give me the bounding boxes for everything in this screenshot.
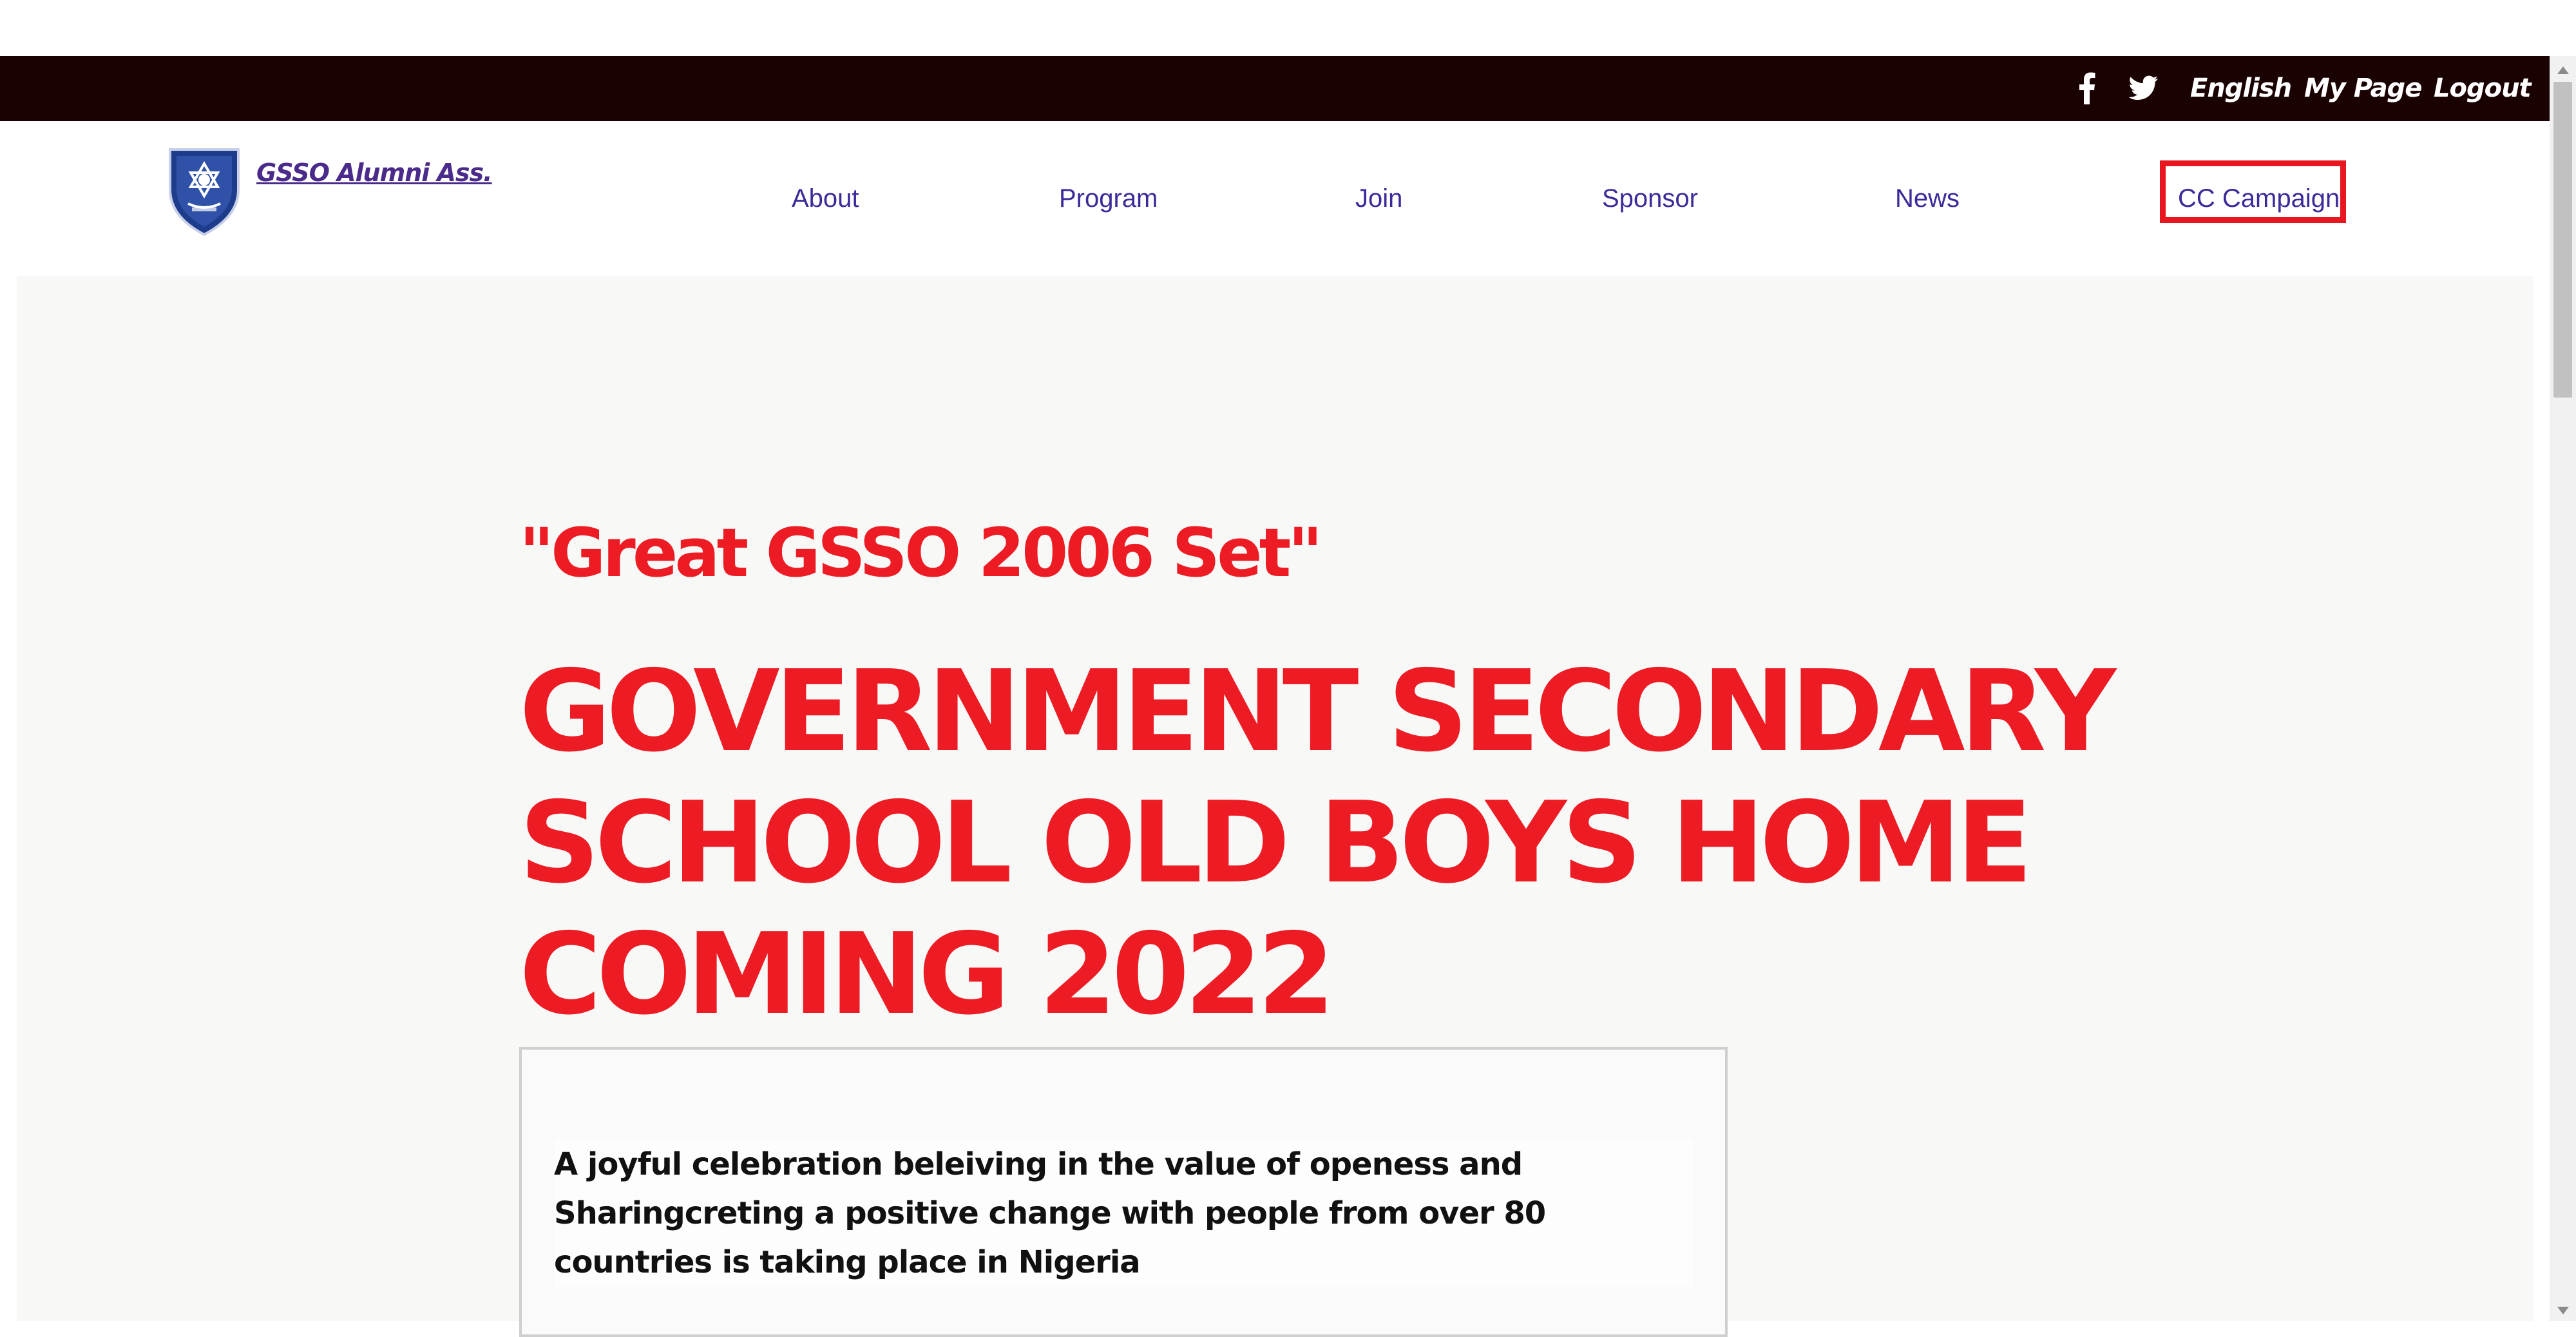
hero-section: "Great GSSO 2006 Set" GOVERNMENT SECONDA…: [17, 276, 2533, 1337]
top-utility-bar: English My Page Logout: [0, 56, 2550, 121]
browser-top-margin: [0, 0, 2550, 56]
vertical-scrollbar[interactable]: [2550, 56, 2576, 1321]
nav-cc-campaign[interactable]: CC Campaign: [2178, 121, 2340, 276]
school-crest-logo: [169, 148, 240, 236]
logout-link[interactable]: Logout: [2434, 56, 2532, 121]
hero-subtitle: "Great GSSO 2006 Set": [519, 514, 1323, 592]
scroll-down-arrow-icon[interactable]: [2557, 1307, 2569, 1314]
twitter-icon[interactable]: [2128, 75, 2159, 104]
intro-text: A joyful celebration beleiving in the va…: [554, 1140, 1694, 1287]
nav-sponsor[interactable]: Sponsor: [1602, 121, 1698, 276]
nav-join[interactable]: Join: [1355, 121, 1402, 276]
intro-card: A joyful celebration beleiving in the va…: [519, 1047, 1728, 1337]
nav-program[interactable]: Program: [1059, 121, 1158, 276]
main-header: GSSO Alumni Ass. About Program Join Spon…: [0, 121, 2550, 276]
nav-news[interactable]: News: [1895, 121, 1960, 276]
site-logo-link[interactable]: GSSO Alumni Ass.: [166, 144, 493, 241]
logo-text[interactable]: GSSO Alumni Ass.: [256, 159, 493, 187]
scroll-up-arrow-icon[interactable]: [2557, 66, 2569, 74]
scrollbar-thumb[interactable]: [2553, 82, 2572, 398]
language-selector[interactable]: English: [2190, 56, 2292, 121]
my-page-link[interactable]: My Page: [2304, 56, 2422, 121]
hero-title: GOVERNMENT SECONDARY SCHOOL OLD BOYS HOM…: [519, 646, 2116, 1040]
facebook-icon[interactable]: [2077, 72, 2097, 108]
nav-about[interactable]: About: [792, 121, 859, 276]
